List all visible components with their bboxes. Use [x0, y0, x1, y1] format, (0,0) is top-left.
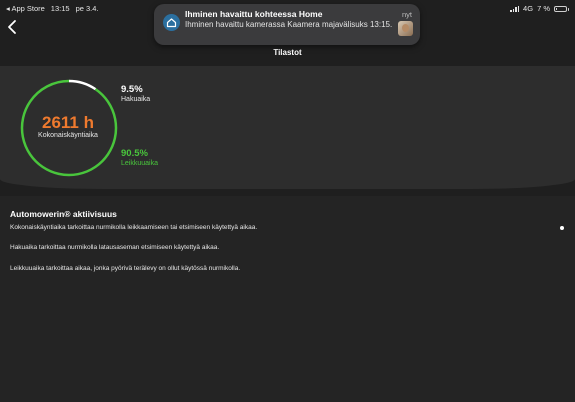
total-runtime-label: Kokonaiskäyntiaika [38, 132, 98, 139]
activity-title: Automowerin® aktiivisuus [10, 209, 117, 219]
cutting-label: Leikkuuaika [121, 160, 158, 167]
search-percent: 9.5% [121, 84, 143, 95]
search-time-description: Hakuaika tarkoittaa nurmikolla latausase… [10, 244, 220, 251]
cutting-time-description: Leikkuuaika tarkoittaa aikaa, jonka pyör… [10, 265, 241, 272]
notification-time: nyt [401, 10, 412, 19]
status-time: 13:15 [50, 4, 70, 13]
page-indicator-dot [560, 226, 564, 230]
notification-banner[interactable]: Ihminen havaittu kohteessa Home Ihminen … [154, 4, 420, 45]
notification-title: Ihminen havaittu kohteessa Home [185, 9, 323, 19]
total-runtime-value: 2611 h [42, 113, 94, 132]
battery-label: 7 % [537, 4, 550, 13]
total-runtime-description: Kokonaiskäyntiaika tarkoittaa nurmikolla… [10, 224, 258, 231]
back-to-app-link[interactable]: ◂ App Store [6, 4, 45, 13]
search-label: Hakuaika [121, 96, 151, 103]
notification-body: Ihminen havaittu kamerassa Kaamera majav… [185, 20, 393, 29]
back-chevron-icon[interactable] [6, 19, 18, 35]
home-app-icon [163, 14, 180, 31]
cutting-percent: 90.5% [121, 148, 148, 159]
status-date: pe 3.4. [75, 4, 99, 13]
camera-thumbnail [398, 21, 413, 36]
battery-icon [554, 5, 569, 12]
battery-fill [556, 7, 557, 10]
network-label: 4G [523, 4, 534, 13]
signal-icon [510, 5, 520, 12]
back-app-label: App Store [11, 4, 45, 13]
page-title: Tilastot [273, 48, 302, 57]
